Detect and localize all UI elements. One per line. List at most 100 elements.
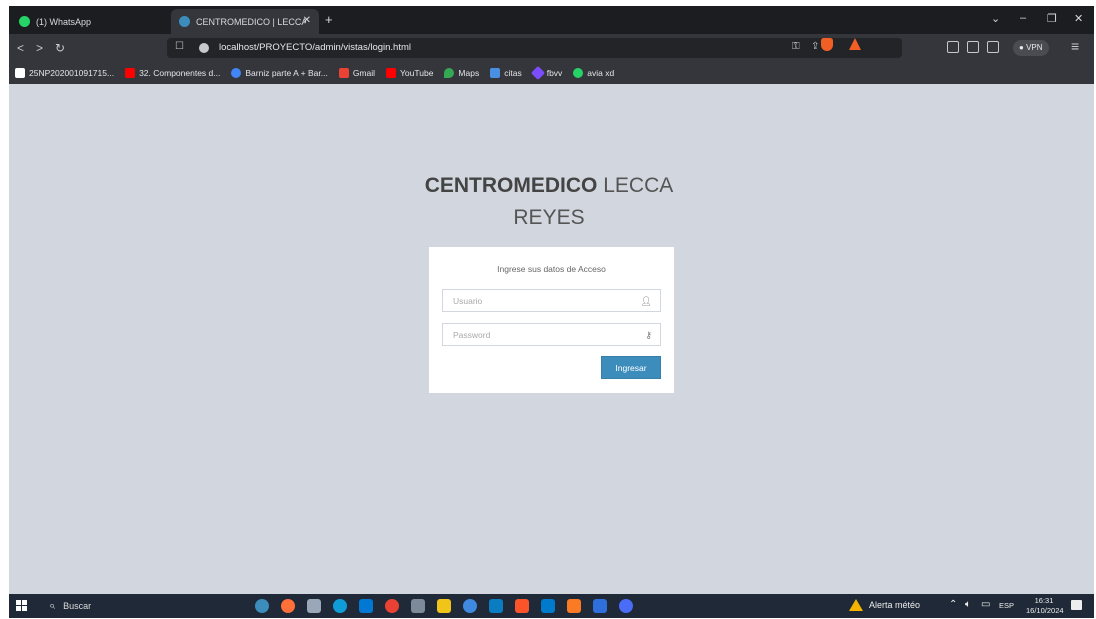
tab-strip: (1) WhatsApp CENTROMEDICO | LECCA REYE ✕…	[9, 6, 1094, 34]
taskbar-app-icon[interactable]	[307, 599, 321, 613]
m-icon	[15, 68, 25, 78]
taskbar-app-icon[interactable]	[255, 599, 269, 613]
bookmark-label: 32. Componentes d...	[139, 68, 221, 78]
bookmark-item[interactable]: Barniz parte A + Bar...	[231, 68, 328, 78]
extensions-icon[interactable]	[947, 41, 959, 53]
warning-icon	[849, 599, 863, 611]
tab-whatsapp[interactable]: (1) WhatsApp	[13, 9, 173, 34]
tab-centromedico[interactable]: CENTROMEDICO | LECCA REYE ✕	[171, 9, 319, 34]
login-page: CENTROMEDICO LECCA REYES Ingrese sus dat…	[9, 84, 1094, 594]
close-tab-icon[interactable]: ✕	[303, 15, 311, 26]
tab-title: CENTROMEDICO | LECCA REYE	[196, 16, 306, 27]
login-logo: CENTROMEDICO LECCA REYES	[359, 170, 739, 234]
store-icon[interactable]	[359, 599, 373, 613]
screen: (1) WhatsApp CENTROMEDICO | LECCA REYE ✕…	[9, 6, 1094, 618]
bookmark-icon[interactable]: ☐	[175, 41, 184, 52]
user-icon: 👤︎	[640, 296, 652, 306]
bookmark-item[interactable]: fbvv	[530, 65, 563, 81]
bookmark-item[interactable]: Gmail	[338, 68, 376, 78]
xampp-icon[interactable]	[567, 599, 581, 613]
network-icon[interactable]: ▭	[981, 599, 990, 610]
brand-bold: CENTROMEDICO	[424, 174, 598, 197]
forward-icon[interactable]: >	[36, 41, 43, 55]
bookmark-item[interactable]: Maps	[444, 68, 479, 78]
edge-icon[interactable]	[333, 599, 347, 613]
search-icon: ⌕	[49, 599, 56, 612]
maps-icon	[444, 68, 455, 78]
chrome-icon[interactable]	[385, 599, 399, 613]
bookmark-item[interactable]: citas	[490, 68, 522, 78]
mail-icon[interactable]	[489, 599, 503, 613]
back-icon[interactable]: <	[17, 41, 24, 55]
bookmark-label: YouTube	[400, 68, 434, 78]
firefox-icon[interactable]	[281, 599, 295, 613]
windows-start-icon[interactable]	[16, 600, 27, 611]
bookmark-item[interactable]: avia xd	[573, 68, 614, 78]
close-window-button[interactable]: ✕	[1074, 12, 1083, 25]
gmail-icon	[338, 68, 349, 78]
whatsapp-icon	[573, 68, 584, 78]
tab-title: (1) WhatsApp	[36, 16, 92, 27]
tab-search-button[interactable]: ⌄	[991, 12, 1000, 25]
weather-text: Alerta météo	[869, 600, 921, 610]
site-favicon-icon	[179, 16, 190, 27]
clock[interactable]: 16:31 16/10/2024	[1026, 596, 1064, 616]
chevron-up-icon[interactable]: ⌃	[949, 599, 957, 610]
fbvv-icon	[530, 65, 545, 81]
login-box-message: Ingrese sus datos de Acceso	[497, 264, 606, 274]
bookmark-item[interactable]: 25NP202001091715...	[15, 68, 114, 78]
menu-icon[interactable]: ≡	[1071, 38, 1079, 54]
login-box: Ingrese sus datos de Acceso 👤︎ ⚷ Ingresa…	[429, 247, 674, 393]
sidebar-icon[interactable]	[967, 41, 979, 53]
taskbar: ⌕ Buscar Alerta météo ⌃ 🔈︎ ▭ ESP 16:31 1…	[9, 594, 1094, 618]
language-indicator[interactable]: ESP	[999, 601, 1014, 610]
password-input[interactable]	[443, 324, 660, 345]
share-icon[interactable]: ⇪	[811, 41, 819, 52]
bookmarks-bar: 25NP202001091715... 32. Componentes d...…	[9, 62, 1094, 84]
brave-shield-icon[interactable]	[821, 38, 833, 51]
wallet-icon[interactable]	[987, 41, 999, 53]
username-input[interactable]	[443, 290, 660, 311]
bookmark-label: fbvv	[546, 68, 563, 78]
bookmark-label: Barniz parte A + Bar...	[245, 68, 328, 78]
minimize-button[interactable]: –	[1020, 12, 1026, 24]
bookmark-label: 25NP202001091715...	[29, 68, 115, 78]
address-bar[interactable]: ☐ localhost/PROYECTO/admin/vistas/login.…	[167, 38, 902, 58]
bookmark-item[interactable]: 32. Componentes d...	[125, 68, 220, 78]
youtube-icon	[386, 68, 397, 78]
vpn-label: VPN	[1026, 43, 1043, 52]
password-field: ⚷	[442, 323, 661, 346]
browser-toolbar: < > ↻ ☐ localhost/PROYECTO/admin/vistas/…	[9, 34, 1094, 62]
zoom-icon[interactable]	[619, 599, 633, 613]
taskbar-app-icon[interactable]	[411, 599, 425, 613]
taskbar-app-icon[interactable]	[463, 599, 477, 613]
bookmark-item[interactable]: YouTube	[386, 68, 433, 78]
bookmark-label: citas	[504, 68, 522, 78]
citas-icon	[490, 68, 501, 78]
login-submit-button[interactable]: Ingresar	[601, 356, 661, 379]
site-info-icon[interactable]	[199, 43, 209, 53]
username-field: 👤︎	[442, 289, 661, 312]
youtube-icon	[125, 68, 136, 78]
weather-widget[interactable]: Alerta météo	[849, 599, 920, 611]
vscode-icon[interactable]	[541, 599, 555, 613]
key-icon[interactable]: ⚿	[792, 41, 800, 52]
restore-button[interactable]: ❐	[1047, 12, 1057, 25]
volume-icon[interactable]: 🔈︎	[965, 599, 971, 610]
clock-date: 16/10/2024	[1026, 606, 1064, 615]
bookmark-label: Gmail	[352, 68, 376, 78]
taskbar-app-icon[interactable]	[593, 599, 607, 613]
notifications-icon[interactable]	[1071, 600, 1082, 610]
bookmark-label: avia xd	[587, 68, 615, 78]
file-explorer-icon[interactable]	[437, 599, 451, 613]
reload-icon[interactable]: ↻	[55, 41, 65, 55]
brand-light: LECCA	[603, 174, 674, 197]
url-text[interactable]: localhost/PROYECTO/admin/vistas/login.ht…	[219, 42, 411, 53]
vpn-button[interactable]: ● VPN	[1013, 40, 1049, 56]
clock-time: 16:31	[1034, 596, 1054, 605]
brave-icon[interactable]	[515, 599, 529, 613]
new-tab-button[interactable]: +	[325, 12, 333, 27]
brand-line2: REYES	[513, 206, 585, 229]
key-icon: ⚷	[645, 330, 652, 340]
taskbar-search[interactable]: ⌕ Buscar	[41, 594, 211, 618]
